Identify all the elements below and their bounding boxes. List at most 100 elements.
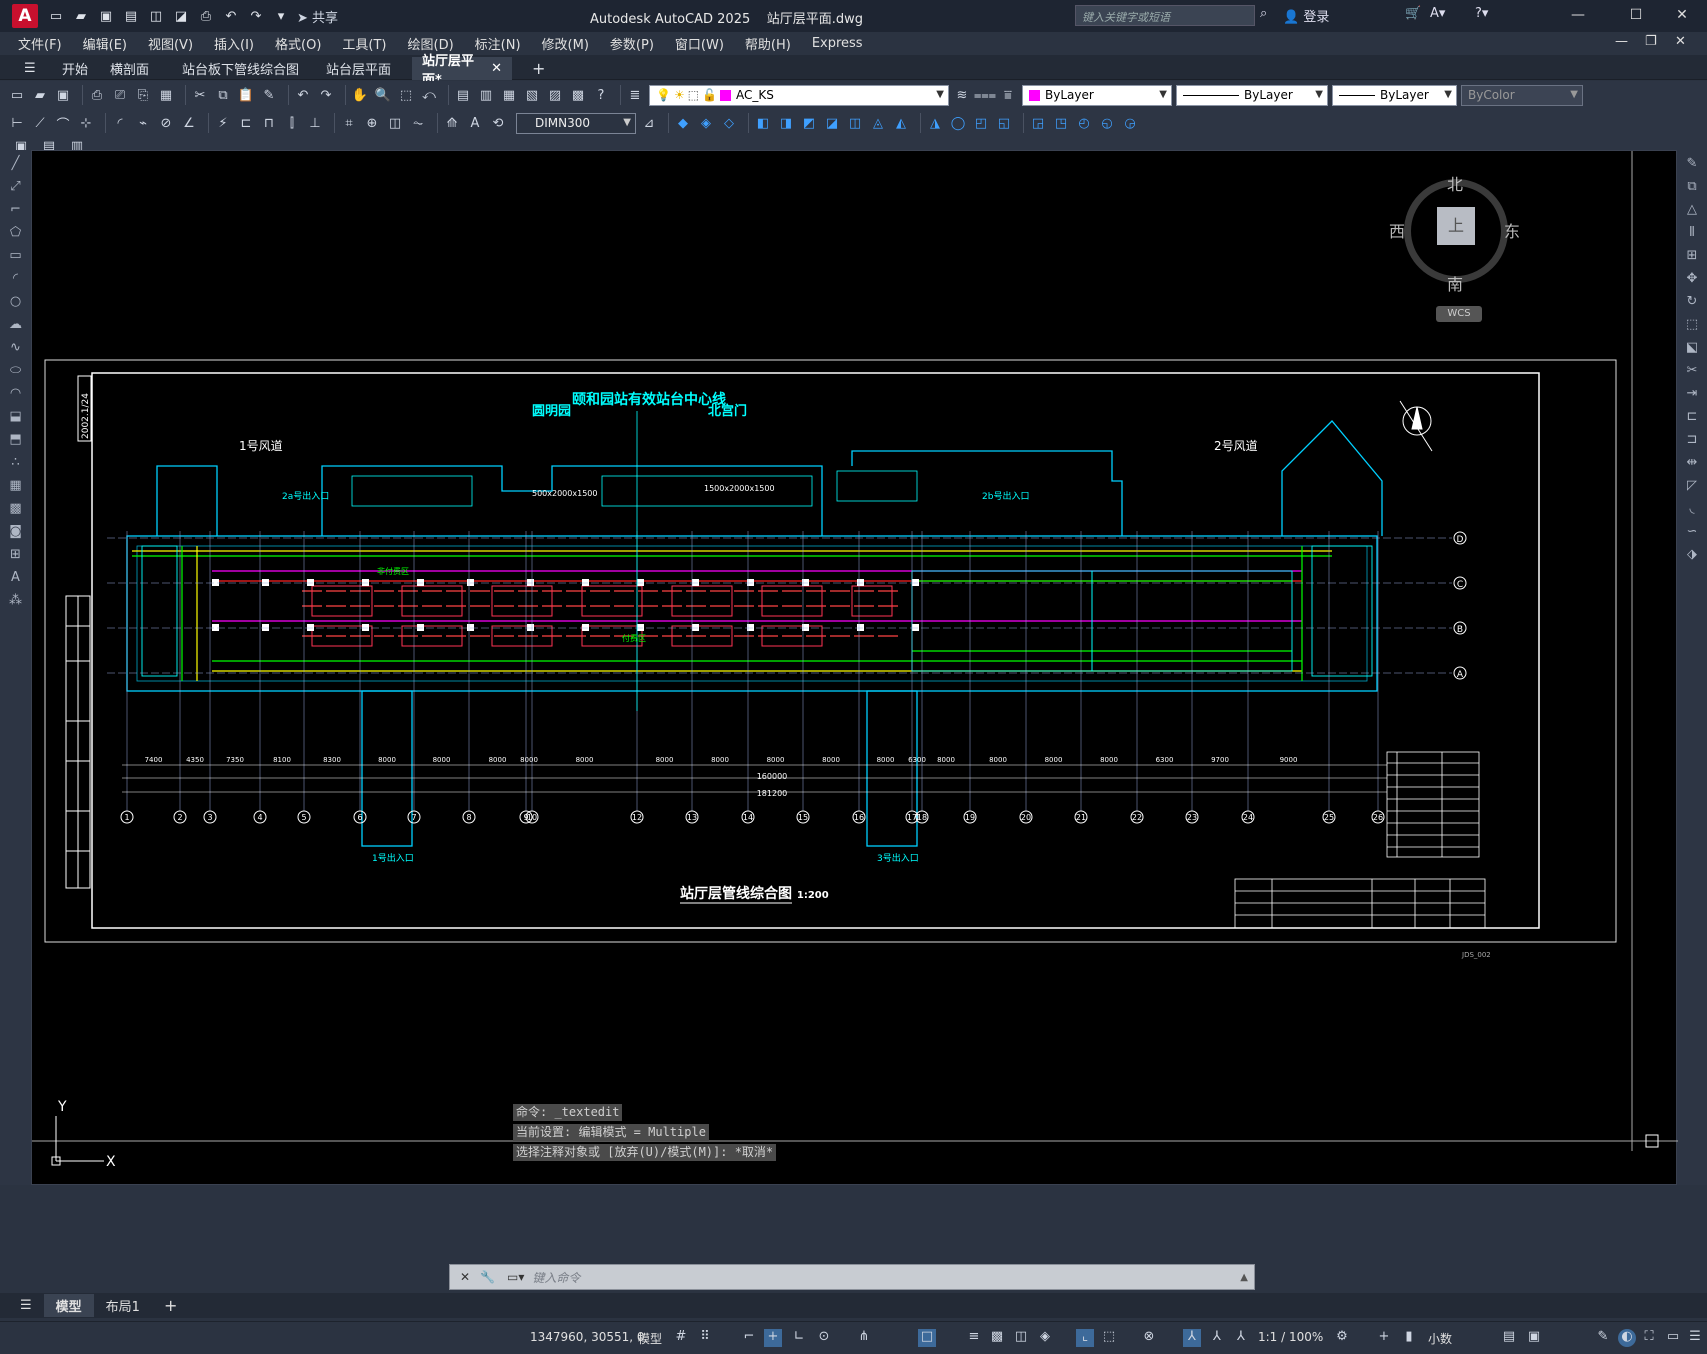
sheet-set-icon[interactable]: ▧	[523, 86, 541, 104]
layer-freeze-icon[interactable]: ☀	[674, 88, 685, 102]
menu-insert[interactable]: 插入(I)	[214, 34, 254, 53]
drawing-canvas[interactable]: 2002.1/24 7400 4350 7350 8100 8300 8000 …	[31, 146, 1678, 1185]
tab-platform-pipes[interactable]: 站台板下管线综合图	[172, 57, 309, 80]
open-icon[interactable]: ▰	[71, 6, 91, 26]
rectangle-icon[interactable]: ▭	[7, 247, 25, 265]
new-icon[interactable]: ▭	[46, 6, 66, 26]
join-icon[interactable]: ⇹	[1683, 454, 1701, 472]
diameter-icon[interactable]: ⊘	[157, 114, 175, 132]
dynamic-ucs-icon[interactable]: ⌞	[1076, 1329, 1094, 1347]
region-icon[interactable]: ◙	[7, 523, 25, 541]
fillet-icon[interactable]: ◟	[1683, 500, 1701, 518]
break-icon[interactable]: ⊐	[1683, 431, 1701, 449]
dynamic-input-icon[interactable]: +	[764, 1329, 782, 1347]
linetype-dropdown[interactable]: ByLayer ▼	[1176, 84, 1328, 106]
quick-dim-icon[interactable]: ⚡	[214, 114, 232, 132]
infer-constraints-icon[interactable]: ⌐	[740, 1329, 758, 1347]
dim-text-edit-icon[interactable]: A	[466, 114, 484, 132]
plot-icon[interactable]: ⎙	[88, 86, 106, 104]
tab-start[interactable]: 开始	[52, 57, 98, 80]
viewcube-west[interactable]: 西	[1389, 218, 1405, 242]
array-icon[interactable]: ◨	[777, 114, 795, 132]
layer-state-icon[interactable]: ⩸	[999, 86, 1017, 104]
minimize-button[interactable]: —	[1560, 4, 1596, 26]
add-selected-icon[interactable]: ⁂	[7, 592, 25, 610]
autocad-logo[interactable]: A	[12, 4, 38, 28]
table-icon[interactable]: ⊞	[7, 546, 25, 564]
tab-close-icon[interactable]: ✕	[491, 61, 502, 76]
redo-icon[interactable]: ↷	[246, 6, 266, 26]
annotation-visibility-icon[interactable]: ⅄	[1183, 1329, 1201, 1347]
make-current-icon[interactable]: ≋	[953, 86, 971, 104]
autodesk-app-icon[interactable]: A▾	[1430, 6, 1445, 21]
tolerance-icon[interactable]: ⌗	[340, 114, 358, 132]
customization-icon[interactable]: ☰	[1686, 1329, 1704, 1347]
tab-platform-plan[interactable]: 站台层平面	[316, 57, 401, 80]
units-readout[interactable]: 小数	[1428, 1330, 1452, 1347]
annotation-scale-readout[interactable]: 1:1 / 100%	[1258, 1330, 1323, 1344]
paste-icon[interactable]: 📋	[237, 86, 255, 104]
make-block-icon[interactable]: ⬒	[7, 431, 25, 449]
menu-express[interactable]: Express	[812, 36, 863, 51]
ellipse-icon[interactable]: ⬭	[7, 362, 25, 380]
menu-format[interactable]: 格式(O)	[275, 34, 321, 53]
auto-scale-icon[interactable]: ⅄	[1208, 1329, 1226, 1347]
help-icon[interactable]: ?▾	[1475, 6, 1488, 21]
selection-filter-icon[interactable]: ⬚	[1100, 1329, 1118, 1347]
viewcube-top-face[interactable]: 上	[1437, 207, 1475, 245]
open-icon[interactable]: ▰	[31, 86, 49, 104]
menu-file[interactable]: 文件(F)	[18, 34, 62, 53]
layer-vp-freeze-icon[interactable]: ⬚	[688, 88, 699, 102]
close-button[interactable]: ✕	[1664, 4, 1700, 26]
save-icon[interactable]: ▣	[54, 86, 72, 104]
save-web-icon[interactable]: ◪	[171, 6, 191, 26]
command-input[interactable]: 键入命令	[532, 1269, 580, 1286]
join-icon[interactable]: ◱	[995, 114, 1013, 132]
construction-line-icon[interactable]: ⤢	[7, 178, 25, 196]
layer-properties-icon[interactable]: ≣	[626, 86, 644, 104]
viewcube[interactable]: 上 北 南 西 东 WCS	[1389, 171, 1520, 322]
preview-icon[interactable]: ⎚	[111, 86, 129, 104]
model-space-button[interactable]: 模型	[638, 1330, 662, 1347]
workspace-icon[interactable]: ⚙	[1333, 1329, 1351, 1347]
zoom-window-icon[interactable]: ⬚	[397, 86, 415, 104]
share-button[interactable]: ➤ 共享	[297, 7, 338, 26]
mtext-icon[interactable]: A	[7, 569, 25, 587]
coordinates-readout[interactable]: 1347960, 30551, 0	[530, 1330, 645, 1344]
match-properties-icon[interactable]: ✎	[260, 86, 278, 104]
ellipse-arc-icon[interactable]: ◠	[7, 385, 25, 403]
linear-dim-icon[interactable]: ⊢	[8, 114, 26, 132]
ortho-icon[interactable]: ∟	[790, 1329, 808, 1347]
rotate-icon[interactable]: ↻	[1683, 293, 1701, 311]
undo-icon[interactable]: ↶	[221, 6, 241, 26]
viewcube-south[interactable]: 南	[1447, 271, 1463, 295]
design-center-icon[interactable]: ▥	[477, 86, 495, 104]
tab-model[interactable]: 模型	[43, 1294, 94, 1317]
fullscreen-icon[interactable]: ▭	[1664, 1329, 1682, 1347]
layer-dropdown[interactable]: 💡 ☀ ⬚ 🔓 AC_KS ▼	[649, 84, 949, 106]
tab-cross-section[interactable]: 横剖面	[100, 57, 159, 80]
units-icon[interactable]: ▮	[1400, 1329, 1418, 1347]
graphics-performance-icon[interactable]: ◐	[1618, 1329, 1636, 1347]
search-icon[interactable]: ⌕	[1260, 6, 1267, 21]
scale-icon[interactable]: ⬚	[1683, 316, 1701, 334]
explode-icon[interactable]: ⬗	[1683, 546, 1701, 564]
trim-icon[interactable]: ◭	[892, 114, 910, 132]
offset-icon[interactable]: ◧	[754, 114, 772, 132]
stretch-icon[interactable]: ◬	[869, 114, 887, 132]
explode-icon[interactable]: ◰	[972, 114, 990, 132]
tab-layout1[interactable]: 布局1	[94, 1294, 152, 1317]
chamfer-icon[interactable]: ◸	[1683, 477, 1701, 495]
customize-qat-icon[interactable]: ▾	[271, 6, 291, 26]
transparency-icon[interactable]: ▩	[988, 1329, 1006, 1347]
aligned-dim-icon[interactable]: ⟋	[31, 114, 49, 132]
annotation-scale-icon[interactable]: ⅄	[1232, 1329, 1250, 1347]
zoom-realtime-icon[interactable]: 🔍	[374, 86, 392, 104]
offset-icon[interactable]: ⫴	[1683, 224, 1701, 242]
dim-edit-icon[interactable]: ⟰	[443, 114, 461, 132]
new-tab-button[interactable]: +	[522, 57, 555, 80]
arc-icon[interactable]: ◜	[7, 270, 25, 288]
help-icon[interactable]: ?	[592, 86, 610, 104]
menu-help[interactable]: 帮助(H)	[745, 34, 791, 53]
menu-tools[interactable]: 工具(T)	[342, 34, 386, 53]
